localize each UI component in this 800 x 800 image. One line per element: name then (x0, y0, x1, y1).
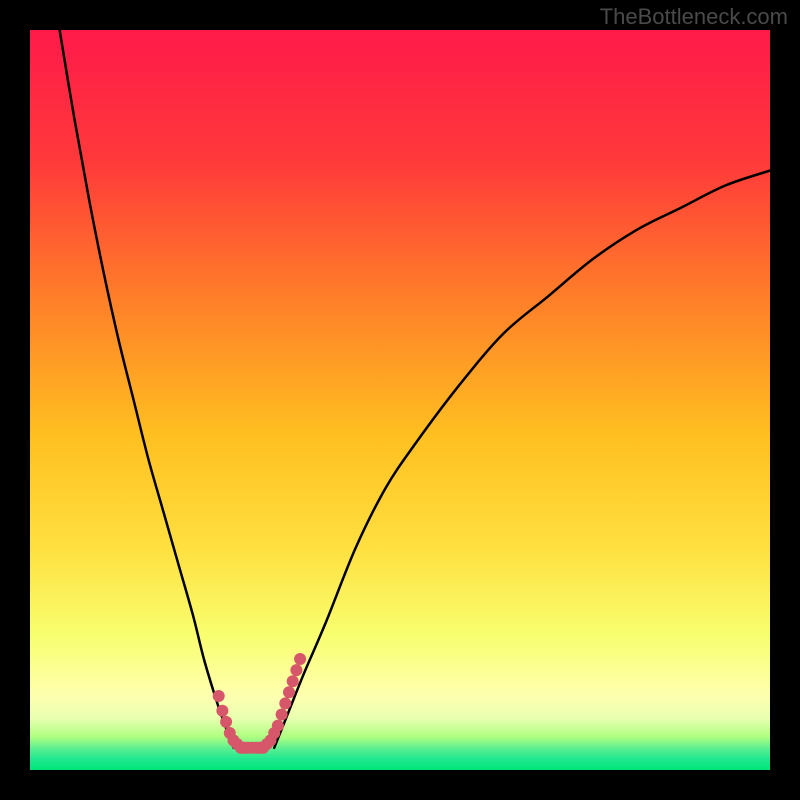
highlight-dots-flat (235, 742, 269, 754)
watermark-text: TheBottleneck.com (600, 4, 788, 30)
chart-container: { "watermark": "TheBottleneck.com", "cha… (0, 0, 800, 800)
plot-area (30, 30, 770, 770)
chart-svg (0, 0, 800, 800)
